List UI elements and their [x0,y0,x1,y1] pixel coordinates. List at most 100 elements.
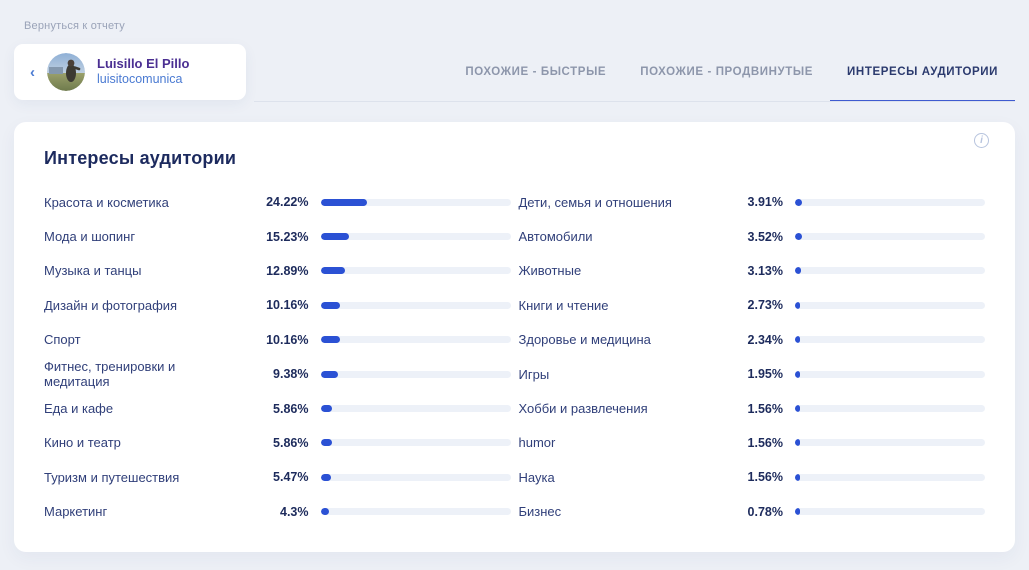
interest-label: Дети, семья и отношения [519,195,712,210]
interest-row: Еда и кафе 5.86% [44,391,511,425]
tab-divider-line [254,101,1015,102]
interest-row: Хобби и развлечения 1.56% [519,391,986,425]
interest-label: Здоровье и медицина [519,332,712,347]
interest-label: Маркетинг [44,504,237,519]
interest-bar-track [321,302,511,309]
interest-label: Игры [519,367,712,382]
interest-row: Игры 1.95% [519,357,986,391]
interest-row: Наука 1.56% [519,460,986,494]
interest-label: Спорт [44,332,237,347]
interest-bar-fill [321,233,350,240]
interest-row: Бизнес 0.78% [519,495,986,529]
interest-bar-track [321,439,511,446]
interest-bar-track [795,302,985,309]
interest-bar-track [321,508,511,515]
profile-meta: Luisillo El Pillo luisitocomunica [97,56,189,88]
interest-value: 5.86% [249,402,309,416]
card-title: Интересы аудитории [44,148,985,169]
interest-bar-fill [795,371,800,378]
interest-label: Хобби и развлечения [519,401,712,416]
tab-similar-advanced[interactable]: ПОХОЖИЕ - ПРОДВИНУТЫЕ [623,44,830,102]
interest-value: 3.13% [723,264,783,278]
interest-label: Туризм и путешествия [44,470,237,485]
interest-value: 1.56% [723,470,783,484]
interest-bar-fill [321,508,329,515]
interest-label: Автомобили [519,229,712,244]
interest-label: Книги и чтение [519,298,712,313]
interest-bar-track [795,439,985,446]
interest-label: Музыка и танцы [44,263,237,278]
interest-bar-track [321,267,511,274]
interest-value: 2.34% [723,333,783,347]
interest-value: 1.95% [723,367,783,381]
interest-bar-track [321,199,511,206]
interests-column-right: Дети, семья и отношения 3.91% Автомобили… [519,185,986,529]
interest-bar-fill [321,302,340,309]
interest-bar-fill [795,474,800,481]
interest-value: 3.52% [723,230,783,244]
interest-bar-track [321,371,511,378]
back-to-report-link[interactable]: Вернуться к отчету [24,20,125,32]
interest-value: 15.23% [249,230,309,244]
interest-value: 0.78% [723,505,783,519]
interest-bar-fill [321,405,332,412]
profile-name: Luisillo El Pillo [97,56,189,72]
interest-row: Мода и шопинг 15.23% [44,219,511,253]
interest-label: Животные [519,263,712,278]
tab-audience-interests[interactable]: ИНТЕРЕСЫ АУДИТОРИИ [830,44,1015,102]
interest-label: Еда и кафе [44,401,237,416]
interest-bar-fill [321,267,345,274]
interest-value: 4.3% [249,505,309,519]
interests-columns: Красота и косметика 24.22% Мода и шопинг… [44,185,985,529]
interest-value: 10.16% [249,298,309,312]
interest-value: 12.89% [249,264,309,278]
profile-card[interactable]: ‹ Luisillo El Pillo luis [14,44,246,100]
interest-label: Дизайн и фотография [44,298,237,313]
interest-row: humor 1.56% [519,426,986,460]
interest-bar-fill [321,371,339,378]
interest-row: Спорт 10.16% [44,323,511,357]
interest-bar-fill [795,405,800,412]
interest-row: Здоровье и медицина 2.34% [519,323,986,357]
tab-bar: ПОХОЖИЕ - БЫСТРЫЕ ПОХОЖИЕ - ПРОДВИНУТЫЕ … [448,44,1015,102]
interest-bar-track [795,405,985,412]
interest-row: Животные 3.13% [519,254,986,288]
interest-bar-fill [321,199,367,206]
interest-row: Кино и театр 5.86% [44,426,511,460]
interest-bar-track [795,474,985,481]
interest-value: 3.91% [723,195,783,209]
interest-bar-fill [795,199,802,206]
interest-row: Музыка и танцы 12.89% [44,254,511,288]
interest-label: humor [519,435,712,450]
interest-bar-fill [795,508,800,515]
info-icon[interactable]: i [974,133,989,148]
interest-label: Фитнес, тренировки и медитация [44,359,237,389]
back-chevron-icon[interactable]: ‹ [30,65,35,80]
interest-bar-track [321,336,511,343]
interest-bar-fill [321,336,340,343]
interest-bar-track [795,508,985,515]
interest-bar-fill [321,439,332,446]
interest-row: Маркетинг 4.3% [44,495,511,529]
interest-value: 5.86% [249,436,309,450]
interest-bar-fill [795,267,801,274]
interest-bar-fill [321,474,331,481]
interest-value: 9.38% [249,367,309,381]
interest-bar-fill [795,439,800,446]
interest-value: 1.56% [723,436,783,450]
interest-row: Автомобили 3.52% [519,219,986,253]
interest-bar-track [321,405,511,412]
interest-bar-track [321,474,511,481]
interest-bar-track [321,233,511,240]
interest-label: Кино и театр [44,435,237,450]
profile-username[interactable]: luisitocomunica [97,72,189,88]
interest-row: Дизайн и фотография 10.16% [44,288,511,322]
interest-bar-track [795,371,985,378]
interest-label: Красота и косметика [44,195,237,210]
interest-bar-fill [795,302,800,309]
interest-value: 10.16% [249,333,309,347]
interest-bar-fill [795,336,800,343]
tab-similar-fast[interactable]: ПОХОЖИЕ - БЫСТРЫЕ [448,44,623,102]
interest-value: 2.73% [723,298,783,312]
interest-label: Наука [519,470,712,485]
